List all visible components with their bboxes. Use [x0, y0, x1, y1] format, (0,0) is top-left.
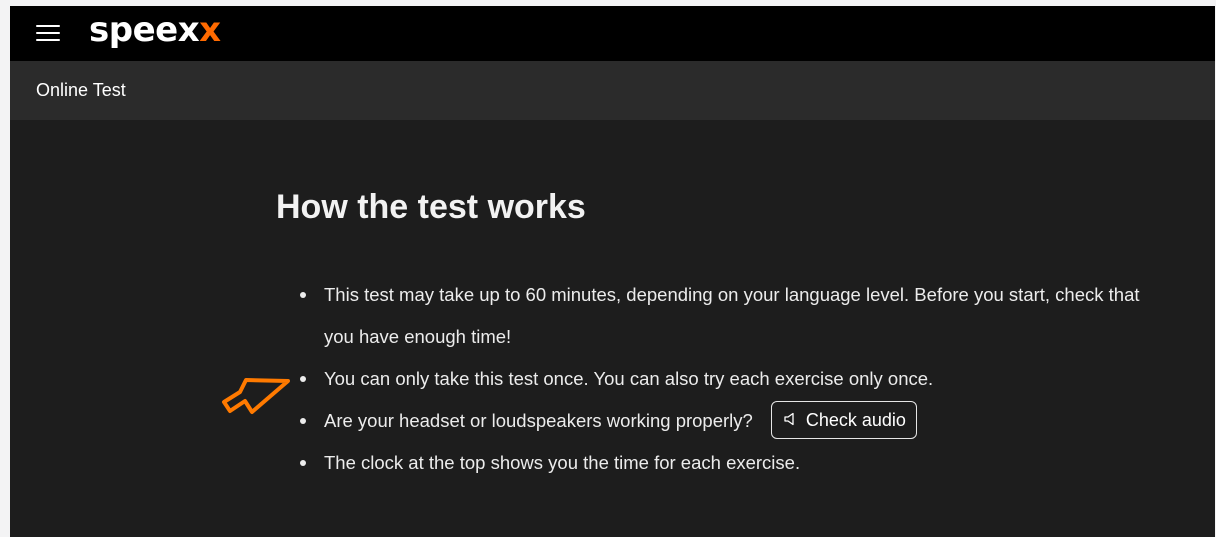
instruction-text: You can only take this test once. You ca… — [324, 368, 934, 389]
speexx-logo[interactable]: speexx — [89, 10, 221, 50]
list-item: The clock at the top shows you the time … — [300, 442, 1150, 484]
speaker-icon — [784, 413, 794, 426]
menu-line — [36, 39, 60, 41]
list-item: This test may take up to 60 minutes, dep… — [300, 274, 1150, 358]
instruction-text: This test may take up to 60 minutes, dep… — [324, 284, 1140, 347]
check-audio-button[interactable]: Check audio — [770, 401, 917, 440]
logo-accent: x — [199, 10, 221, 50]
sub-header: Online Test — [10, 61, 1215, 120]
menu-line — [36, 25, 60, 27]
menu-line — [36, 32, 60, 34]
list-item: Are your headset or loudspeakers working… — [300, 400, 1150, 442]
instruction-text: The clock at the top shows you the time … — [324, 452, 801, 473]
section-title: Online Test — [36, 80, 126, 100]
top-bar: speexx — [10, 6, 1215, 61]
instructions-list: This test may take up to 60 minutes, dep… — [300, 274, 1150, 484]
instruction-text: Are your headset or loudspeakers working… — [324, 410, 753, 431]
app-window: speexx Online Test How the test works Th… — [10, 6, 1215, 537]
hamburger-menu-icon[interactable] — [36, 25, 60, 41]
page-title: How the test works — [276, 188, 586, 226]
hand-drawn-arrow-icon — [222, 378, 290, 414]
logo-text: speex — [89, 10, 200, 50]
list-item: You can only take this test once. You ca… — [300, 358, 1150, 400]
check-audio-label: Check audio — [805, 410, 906, 431]
